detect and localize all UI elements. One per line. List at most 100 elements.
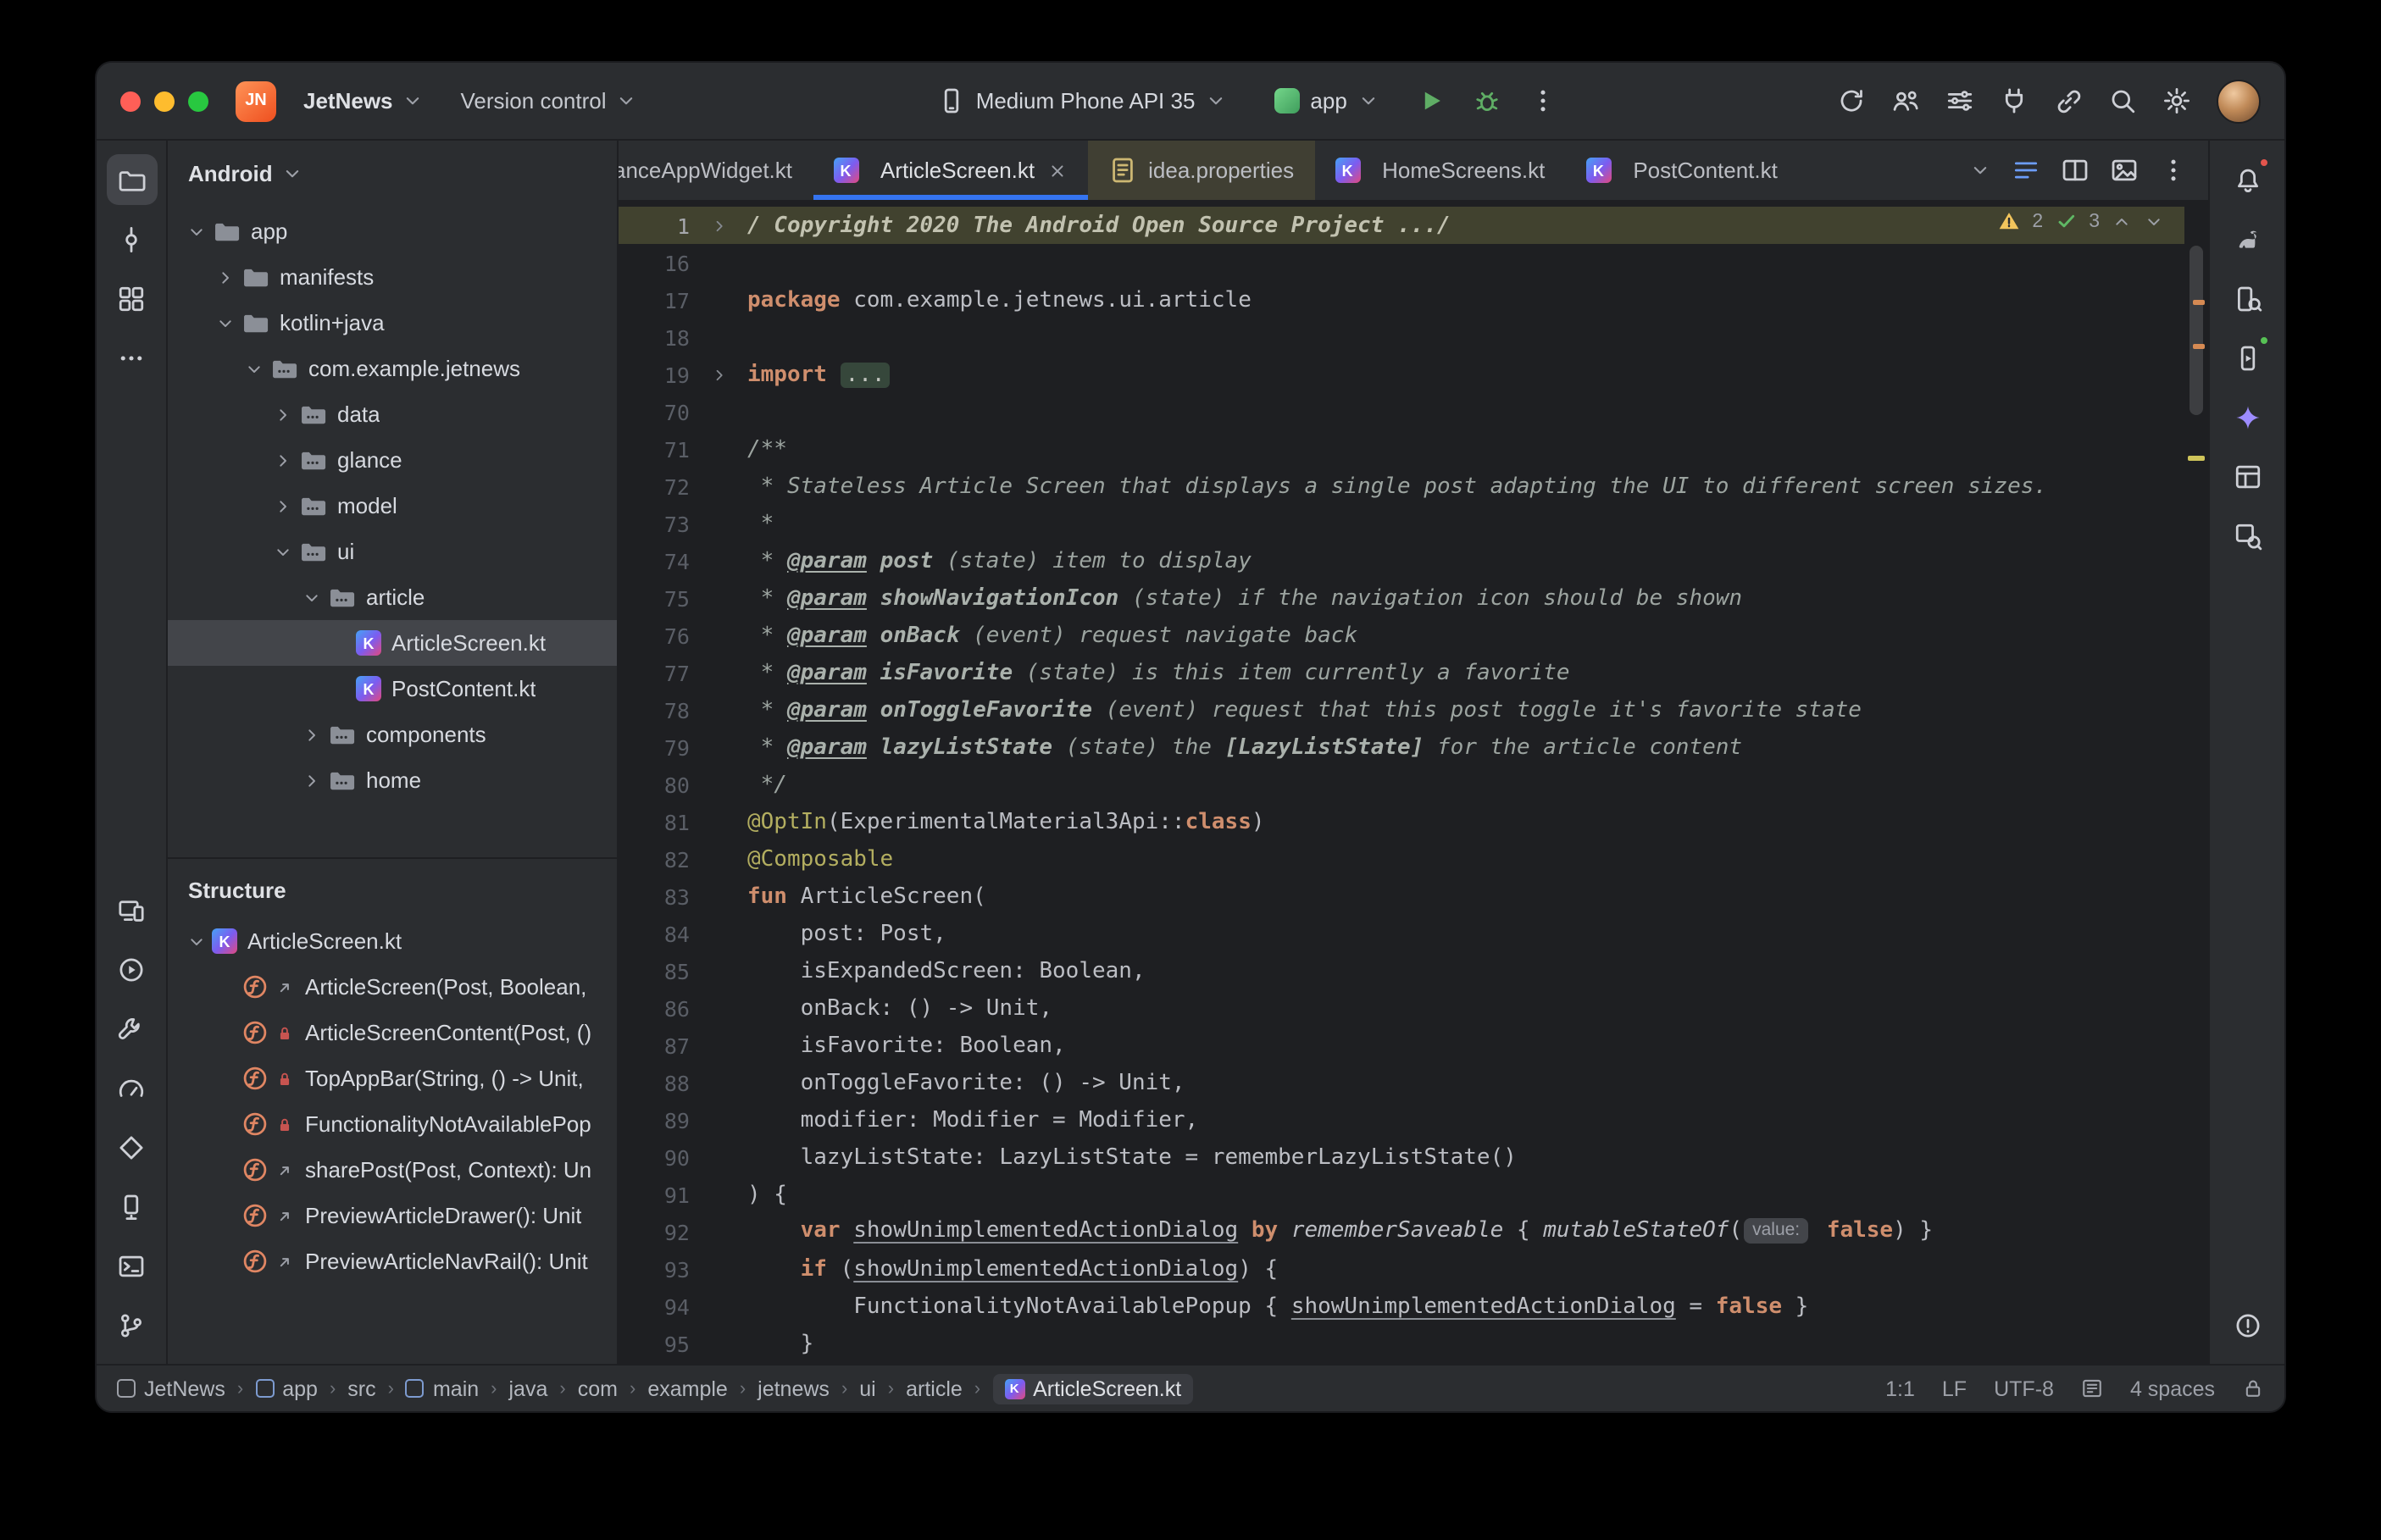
user-avatar[interactable]	[2217, 79, 2261, 123]
gemini-button[interactable]	[2222, 391, 2273, 442]
code-line-81[interactable]: 81 @OptIn(ExperimentalMaterial3Api::class…	[619, 803, 2184, 840]
structure-item-previewarticlenavrail-unit[interactable]: PreviewArticleNavRail(): Unit	[168, 1238, 617, 1284]
run-button[interactable]	[1417, 86, 1446, 115]
code-line-72[interactable]: 72 * Stateless Article Screen that displ…	[619, 468, 2184, 505]
project-item-app[interactable]: app	[168, 208, 617, 254]
code-with-me-icon[interactable]	[1891, 86, 1920, 115]
code-line-85[interactable]: 85 isExpandedScreen: Boolean,	[619, 952, 2184, 989]
next-problem-icon[interactable]	[2144, 211, 2164, 231]
project-item-glance[interactable]: glance	[168, 437, 617, 483]
commit-button[interactable]	[106, 213, 157, 264]
code-line-16[interactable]: 16	[619, 244, 2184, 281]
chevron-down-icon[interactable]	[181, 931, 212, 951]
build-button[interactable]	[106, 1003, 157, 1054]
code-line-78[interactable]: 78 * @param onToggleFavorite (event) req…	[619, 691, 2184, 728]
gradle-button[interactable]	[2222, 213, 2273, 264]
project-item-home[interactable]: home	[168, 757, 617, 803]
emulator-button[interactable]	[106, 1181, 157, 1232]
sync-icon[interactable]	[1837, 86, 1866, 115]
code-line-83[interactable]: 83 fun ArticleScreen(	[619, 878, 2184, 915]
code-line-75[interactable]: 75 * @param showNavigationIcon (state) i…	[619, 579, 2184, 617]
device-selector[interactable]: Medium Phone API 35	[927, 80, 1238, 122]
code-line-73[interactable]: 73 *	[619, 505, 2184, 542]
code-line-94[interactable]: 94 FunctionalityNotAvailablePopup { show…	[619, 1288, 2184, 1325]
code-line-91[interactable]: 91) {	[619, 1176, 2184, 1213]
search-icon[interactable]	[2108, 86, 2137, 115]
terminal-button[interactable]	[106, 1240, 157, 1291]
insights-button[interactable]	[2222, 510, 2273, 561]
code-line-74[interactable]: 74 * @param post (state) item to display	[619, 542, 2184, 579]
caret-position[interactable]: 1:1	[1885, 1377, 1915, 1400]
vcs-widget[interactable]: Version control	[451, 81, 647, 120]
device-mirror-button[interactable]	[106, 884, 157, 935]
grid-button[interactable]	[106, 273, 157, 324]
code-line-79[interactable]: 79 * @param lazyListState (state) the [L…	[619, 728, 2184, 766]
fold-marker-icon[interactable]	[690, 216, 747, 235]
code-line-84[interactable]: 84 post: Post,	[619, 915, 2184, 952]
project-item-ui[interactable]: ui	[168, 529, 617, 574]
chevron-right-icon[interactable]	[297, 770, 327, 790]
line-separator[interactable]: LF	[1942, 1377, 1967, 1400]
chevron-right-icon[interactable]	[268, 496, 298, 516]
code-line-88[interactable]: 88 onToggleFavorite: () -> Unit,	[619, 1064, 2184, 1101]
fold-marker-icon[interactable]	[690, 365, 747, 384]
structure-item-articlescreen-kt[interactable]: K ArticleScreen.kt	[168, 918, 617, 964]
structure-item-topappbar-string-unit[interactable]: TopAppBar(String, () -> Unit,	[168, 1055, 617, 1101]
running-devices-button[interactable]	[2222, 332, 2273, 383]
share-icon[interactable]	[2054, 86, 2083, 115]
tab-anceappwidget-kt[interactable]: anceAppWidget.kt	[619, 141, 813, 200]
code-line-77[interactable]: 77 * @param isFavorite (state) is this i…	[619, 654, 2184, 691]
breadcrumb-com[interactable]: com	[578, 1377, 618, 1400]
project-widget[interactable]: JetNews	[293, 81, 434, 120]
chevron-down-icon[interactable]	[268, 541, 298, 562]
display-settings-icon[interactable]	[1945, 86, 1974, 115]
chevron-right-icon[interactable]	[297, 724, 327, 745]
chevron-right-icon[interactable]	[268, 450, 298, 470]
indent-icon[interactable]	[2081, 1377, 2103, 1399]
breadcrumb-example[interactable]: example	[647, 1377, 728, 1400]
debug-button[interactable]	[1473, 86, 1501, 115]
tab-homescreens-kt[interactable]: K HomeScreens.kt	[1314, 141, 1565, 200]
preview-image-icon[interactable]	[2110, 156, 2139, 185]
profiler-button[interactable]	[106, 1062, 157, 1113]
breadcrumb-ui[interactable]: ui	[859, 1377, 875, 1400]
device-explorer-button[interactable]	[2222, 273, 2273, 324]
code-line-70[interactable]: 70	[619, 393, 2184, 430]
code-line-90[interactable]: 90 lazyListState: LazyListState = rememb…	[619, 1138, 2184, 1176]
breadcrumb-jetnews[interactable]: jetnews	[758, 1377, 830, 1400]
chevron-right-icon[interactable]	[210, 267, 241, 287]
project-item-articlescreen-kt[interactable]: K ArticleScreen.kt	[168, 620, 617, 666]
chevron-down-icon[interactable]	[239, 358, 269, 379]
project-item-postcontent-kt[interactable]: K PostContent.kt	[168, 666, 617, 712]
code-line-18[interactable]: 18	[619, 319, 2184, 356]
plugins-icon[interactable]	[2000, 86, 2029, 115]
split-editor-icon[interactable]	[2061, 156, 2090, 185]
layout-list-icon[interactable]	[2012, 156, 2040, 185]
more-run-options-icon[interactable]	[1529, 86, 1557, 115]
breadcrumb-articlescreen-kt[interactable]: K ArticleScreen.kt	[992, 1373, 1194, 1404]
project-folder-button[interactable]	[106, 154, 157, 205]
chevron-down-icon[interactable]	[297, 587, 327, 607]
code-line-71[interactable]: 71 /**	[619, 430, 2184, 468]
code-line-76[interactable]: 76 * @param onBack (event) request navig…	[619, 617, 2184, 654]
tab-idea-properties[interactable]: idea.properties	[1087, 141, 1315, 200]
chevron-down-icon[interactable]	[181, 221, 212, 241]
warning-stripe-mark[interactable]	[2193, 344, 2205, 349]
run-configuration-selector[interactable]: app	[1264, 81, 1389, 120]
tab-articlescreen-kt[interactable]: K ArticleScreen.kt	[813, 141, 1087, 200]
bell-button[interactable]	[2222, 154, 2273, 205]
run-tool-button[interactable]	[106, 944, 157, 994]
project-item-data[interactable]: data	[168, 391, 617, 437]
more-button[interactable]	[106, 332, 157, 383]
tab-postcontent-kt[interactable]: K PostContent.kt	[1565, 141, 1798, 200]
breadcrumb-src[interactable]: src	[347, 1377, 375, 1400]
project-item-com-example-jetnews[interactable]: com.example.jetnews	[168, 346, 617, 391]
project-item-kotlin-java[interactable]: kotlin+java	[168, 300, 617, 346]
code-line-89[interactable]: 89 modifier: Modifier = Modifier,	[619, 1101, 2184, 1138]
code-line-17[interactable]: 17 package com.example.jetnews.ui.article	[619, 281, 2184, 319]
structure-item-articlescreencontent-post[interactable]: ArticleScreenContent(Post, ()	[168, 1010, 617, 1055]
problems-button[interactable]	[2222, 1299, 2273, 1350]
project-view-selector[interactable]: Android	[168, 141, 617, 205]
editor-scrollbar[interactable]	[2184, 202, 2208, 1364]
scrollbar-thumb[interactable]	[2190, 246, 2203, 415]
